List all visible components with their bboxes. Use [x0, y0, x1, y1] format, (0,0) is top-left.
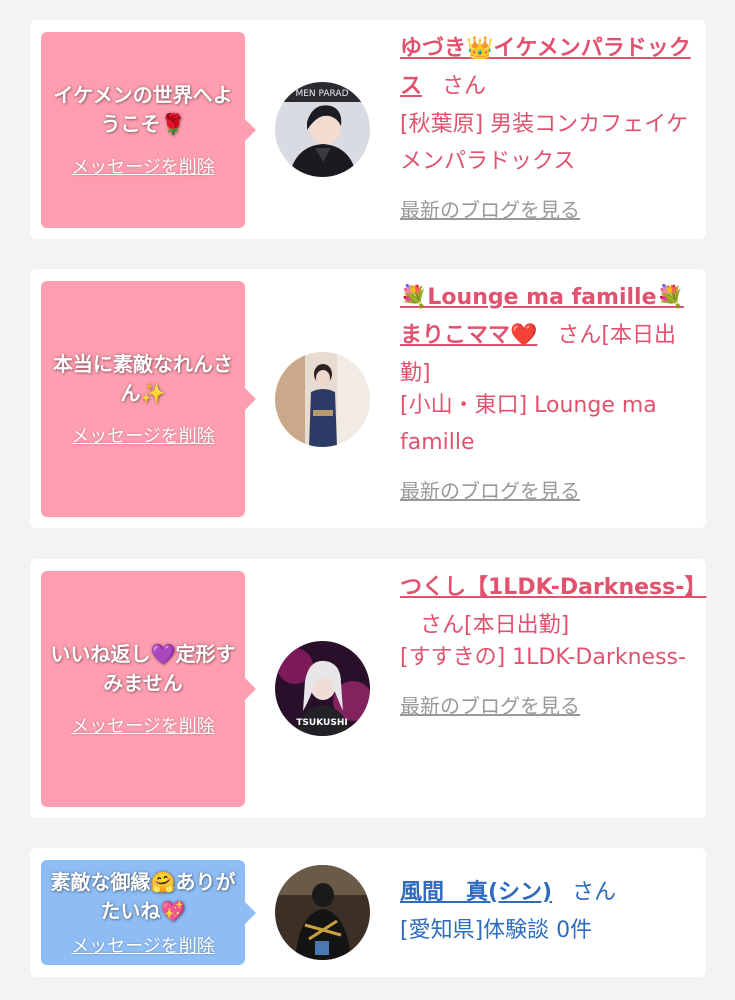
avatar-image: MEN PARAD [275, 82, 370, 177]
shop-info: [秋葉原] 男装コンカフェイケメンパラドックス [400, 112, 689, 174]
avatar[interactable] [275, 352, 370, 447]
avatar[interactable] [275, 865, 370, 960]
honorific: さん [420, 613, 465, 638]
status-today: [本日出勤] [464, 613, 570, 638]
profile-name-row: ゆづき👑イケメンパラドックス さん [400, 30, 696, 106]
message-text: いいね返し💜定形すみません [50, 642, 236, 695]
delete-message-link[interactable]: メッセージを削除 [71, 712, 215, 738]
honorific: さん [442, 74, 487, 99]
shop-info: [すすきの] 1LDK-Darkness- [400, 645, 686, 670]
avatar-image [275, 865, 370, 960]
profile-name-link[interactable]: 風間 真(シン) [400, 880, 552, 905]
avatar-caption: MEN PARAD [295, 89, 348, 99]
message-text: 素敵な御縁🤗ありがたいね💖 [50, 869, 236, 923]
avatar-image [275, 352, 370, 447]
profile-info: つくし【1LDK-Darkness-】さん[本日出勤] [すすきの] 1LDK-… [400, 569, 706, 719]
profile-info: 風間 真(シン) さん [愛知県]体験談 0件 [400, 874, 696, 949]
avatar[interactable]: MEN PARAD [275, 82, 370, 177]
latest-blog-link[interactable]: 最新のブログを見る [400, 475, 696, 504]
message-card: 本当に素敵なれんさん✨ メッセージを削除 💐Lounge ma famille💐… [30, 269, 706, 528]
message-text: 本当に素敵なれんさん✨ [53, 352, 233, 405]
latest-blog-link[interactable]: 最新のブログを見る [400, 690, 696, 719]
delete-message-link[interactable]: メッセージを削除 [71, 153, 215, 179]
profile-name-row: 💐Lounge ma famille💐まりこママ❤️ さん[本日出勤] [400, 279, 696, 387]
delete-message-link[interactable]: メッセージを削除 [71, 422, 215, 448]
avatar-caption: TSUKUSHI [296, 718, 347, 728]
message-bubble: いいね返し💜定形すみません メッセージを削除 [41, 571, 256, 807]
message-card: 素敵な御縁🤗ありがたいね💖 メッセージを削除 風間 真(シン) さん [愛知県]体… [30, 848, 706, 977]
profile-name-row: 風間 真(シン) さん [400, 874, 696, 912]
message-bubble: 素敵な御縁🤗ありがたいね💖 メッセージを削除 [41, 860, 256, 965]
avatar[interactable]: TSUKUSHI [275, 641, 370, 736]
profile-name-link[interactable]: つくし【1LDK-Darkness-】 [400, 575, 706, 600]
message-text: イケメンの世界へようこそ🌹 [53, 83, 233, 136]
latest-blog-link[interactable]: 最新のブログを見る [400, 194, 696, 223]
delete-message-link[interactable]: メッセージを削除 [71, 932, 215, 958]
profile-info: 💐Lounge ma famille💐まりこママ❤️ さん[本日出勤] [小山・東… [400, 279, 696, 504]
honorific: さん [557, 323, 602, 348]
avatar-image: TSUKUSHI [275, 641, 370, 736]
profile-info: ゆづき👑イケメンパラドックス さん [秋葉原] 男装コンカフェイケメンパラドックス… [400, 30, 696, 223]
profile-name-row: つくし【1LDK-Darkness-】さん[本日出勤] [400, 569, 706, 639]
message-card: いいね返し💜定形すみません メッセージを削除 TSUKUSHI つくし【1LDK… [30, 559, 706, 818]
shop-info: [愛知県]体験談 0件 [400, 918, 593, 943]
shop-info: [小山・東口] Lounge ma famille [400, 393, 657, 455]
message-bubble: 本当に素敵なれんさん✨ メッセージを削除 [41, 281, 256, 517]
honorific: さん [572, 880, 617, 905]
message-card: イケメンの世界へようこそ🌹 メッセージを削除 MEN PARAD ゆづき👑イケメ… [30, 20, 706, 239]
message-bubble: イケメンの世界へようこそ🌹 メッセージを削除 [41, 32, 256, 228]
